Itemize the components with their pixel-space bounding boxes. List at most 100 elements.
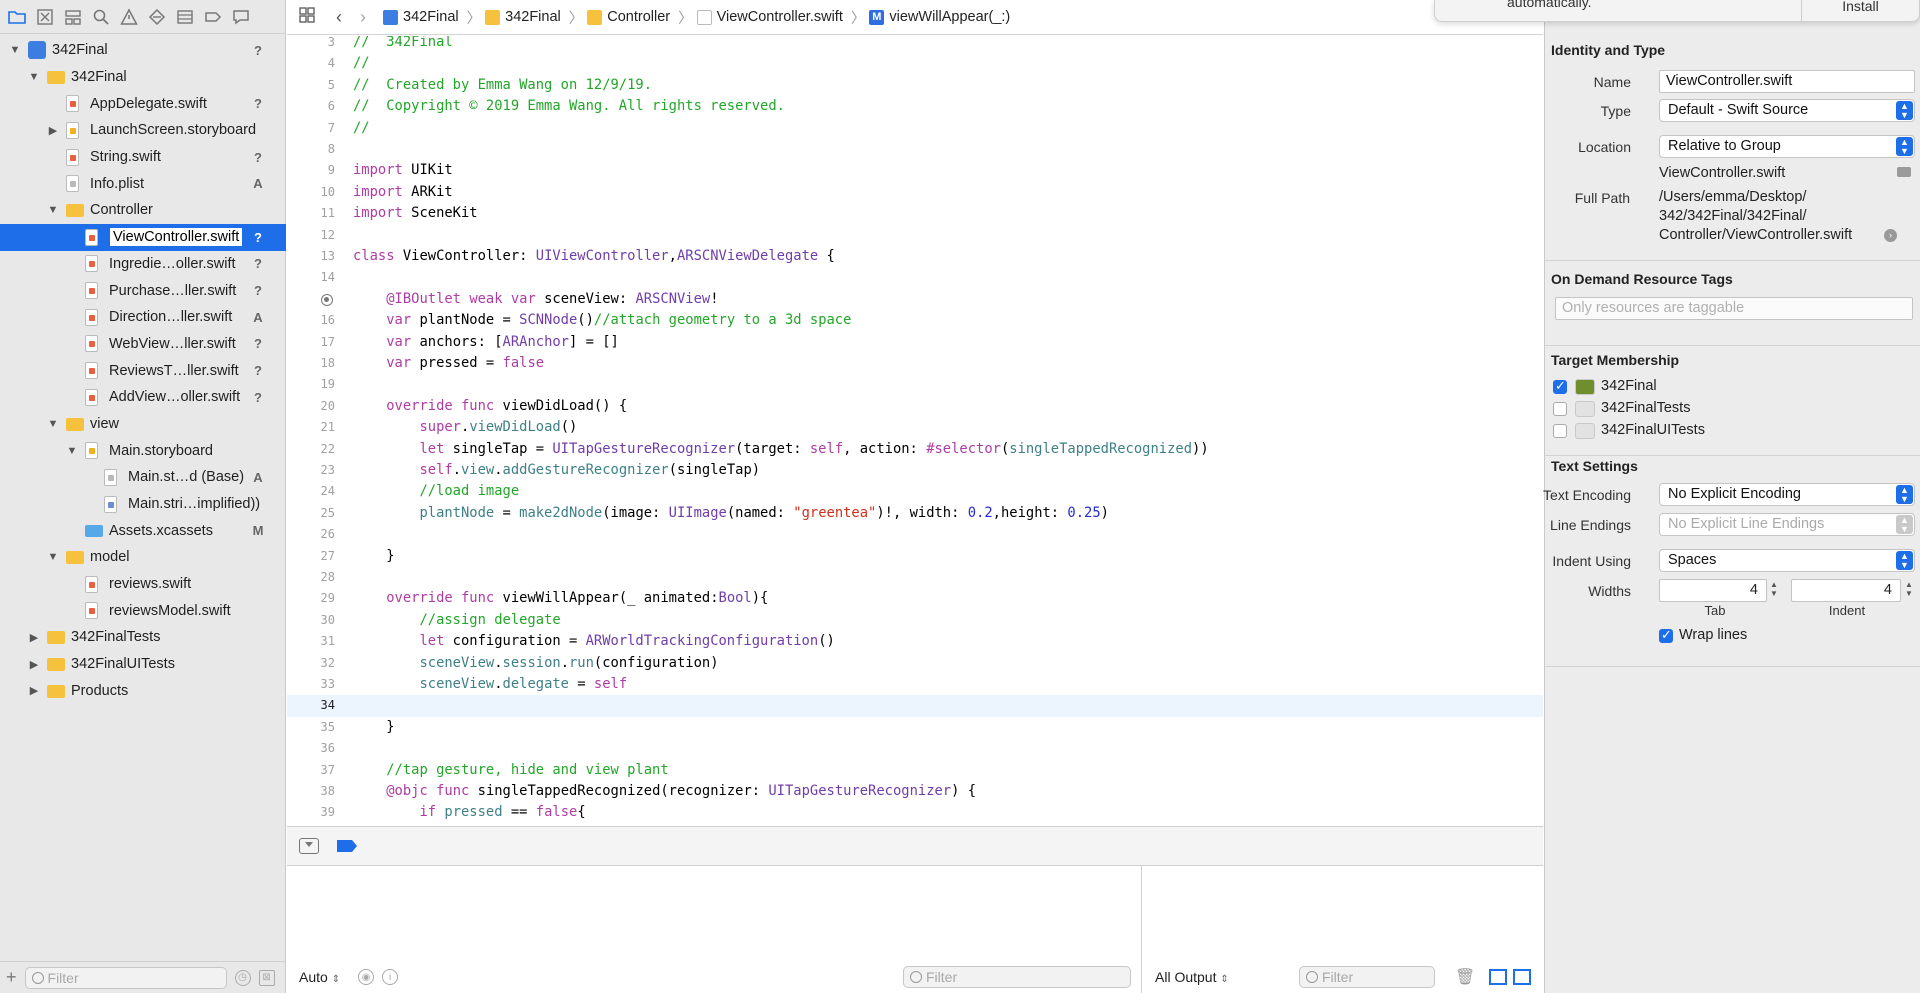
- tree-item[interactable]: ▼ model: [0, 544, 286, 571]
- tree-item[interactable]: ▼ view: [0, 411, 286, 438]
- tree-item[interactable]: ▼ 342Final?: [0, 37, 286, 64]
- code-line[interactable]: 18 var pressed = false: [287, 353, 1543, 374]
- code-line[interactable]: 17 var anchors: [ARAnchor] = []: [287, 332, 1543, 353]
- disclosure-expanded-icon[interactable]: ▼: [46, 203, 60, 217]
- code-line[interactable]: 33 sceneView.delegate = self: [287, 674, 1543, 695]
- disclosure-expanded-icon[interactable]: ▼: [8, 43, 22, 57]
- indent-width-field[interactable]: 4: [1791, 579, 1901, 602]
- code-line[interactable]: 5 // Created by Emma Wang on 12/9/19.: [287, 75, 1543, 96]
- source-control-icon[interactable]: [34, 6, 56, 28]
- code-line[interactable]: 39 if pressed == false{: [287, 802, 1543, 823]
- related-items-icon[interactable]: [295, 6, 319, 28]
- issue-icon[interactable]: [118, 6, 140, 28]
- code-line[interactable]: 11 import SceneKit: [287, 203, 1543, 224]
- code-line[interactable]: 31 let configuration = ARWorldTrackingCo…: [287, 631, 1543, 652]
- console-pane-toggle-icon[interactable]: [1513, 969, 1531, 985]
- code-line[interactable]: 8: [287, 139, 1543, 160]
- trash-icon[interactable]: 🗑: [1455, 967, 1475, 987]
- forward-arrow-icon[interactable]: ›: [351, 7, 375, 28]
- tree-item[interactable]: ▶ LaunchScreen.storyboard: [0, 117, 286, 144]
- tree-item[interactable]: Main.stri…implified)): [0, 491, 286, 518]
- tree-item[interactable]: ▶ 342FinalUITests: [0, 651, 286, 678]
- disclosure-expanded-icon[interactable]: ▼: [46, 417, 60, 431]
- crumb-project[interactable]: 342Final: [383, 9, 459, 25]
- code-line[interactable]: 35 }: [287, 717, 1543, 738]
- indent-width-stepper-icon[interactable]: ▲ ▼: [1903, 580, 1915, 600]
- back-arrow-icon[interactable]: ‹: [327, 7, 351, 28]
- breakpoints-toggle-icon[interactable]: [337, 840, 357, 852]
- code-line[interactable]: 21 super.viewDidLoad(): [287, 417, 1543, 438]
- disclosure-collapsed-icon[interactable]: ▶: [27, 630, 41, 644]
- code-line[interactable]: 34: [287, 695, 1543, 717]
- tree-item[interactable]: ReviewsT…ller.swift?: [0, 357, 286, 384]
- tree-item[interactable]: Purchase…ller.swift?: [0, 277, 286, 304]
- folder-icon[interactable]: [6, 6, 28, 28]
- symbol-icon[interactable]: [62, 6, 84, 28]
- tree-item[interactable]: AddView…oller.swift?: [0, 384, 286, 411]
- source-editor[interactable]: 3 // 342Final 4 // 5 // Created by Emma Wang …: [287, 36, 1543, 826]
- location-select[interactable]: Relative to Group ▲ ▼: [1659, 135, 1915, 158]
- tree-item[interactable]: Assets.xcassets M: [0, 517, 286, 544]
- code-line[interactable]: 26: [287, 524, 1543, 545]
- recent-files-icon[interactable]: ◷: [234, 969, 251, 986]
- tab-width-stepper-icon[interactable]: ▲ ▼: [1768, 580, 1780, 600]
- tree-item[interactable]: ▼ Main.storyboard: [0, 437, 286, 464]
- target-checkbox[interactable]: [1553, 378, 1567, 394]
- variables-scope-select[interactable]: Auto ⇕: [299, 969, 340, 985]
- tree-item[interactable]: WebView…ller.swift?: [0, 331, 286, 358]
- disclosure-expanded-icon[interactable]: ▼: [65, 444, 79, 458]
- report-icon[interactable]: [230, 6, 252, 28]
- encoding-select[interactable]: No Explicit Encoding ▲ ▼: [1659, 483, 1915, 506]
- debug-icon[interactable]: [174, 6, 196, 28]
- code-line[interactable]: 32 sceneView.session.run(configuration): [287, 653, 1543, 674]
- code-line[interactable]: 10 import ARKit: [287, 182, 1543, 203]
- find-icon[interactable]: [90, 6, 112, 28]
- code-line[interactable]: 28: [287, 567, 1543, 588]
- eye-icon[interactable]: ◉: [358, 969, 375, 985]
- code-line[interactable]: 22 let singleTap = UITapGestureRecognize…: [287, 439, 1543, 460]
- code-line[interactable]: 37 //tap gesture, hide and view plant: [287, 760, 1543, 781]
- tree-item[interactable]: ▼ 342Final: [0, 64, 286, 91]
- hide-debug-area-icon[interactable]: [299, 838, 319, 854]
- console-output-select[interactable]: All Output ⇕: [1155, 969, 1229, 985]
- tree-item[interactable]: ▼ Controller: [0, 197, 286, 224]
- tree-item[interactable]: Main.st…d (Base) A: [0, 464, 286, 491]
- code-line[interactable]: 24 //load image: [287, 481, 1543, 502]
- code-line[interactable]: 25 plantNode = make2dNode(image: UIImage…: [287, 503, 1543, 524]
- disclosure-collapsed-icon[interactable]: ▶: [27, 657, 41, 671]
- code-line[interactable]: 27 }: [287, 546, 1543, 567]
- code-line[interactable]: 29 override func viewWillAppear(_ animat…: [287, 588, 1543, 609]
- tree-item[interactable]: ▶ 342FinalTests: [0, 624, 286, 651]
- breakpoint-icon[interactable]: [202, 6, 224, 28]
- folder-reveal-icon[interactable]: [1897, 167, 1911, 177]
- info-icon[interactable]: i: [382, 969, 399, 985]
- outlet-connection-icon[interactable]: [321, 293, 333, 306]
- tree-item[interactable]: reviews.swift: [0, 571, 286, 598]
- variables-pane-toggle-icon[interactable]: [1489, 969, 1507, 985]
- code-line[interactable]: 14: [287, 267, 1543, 288]
- wrap-lines-checkbox[interactable]: [1659, 627, 1673, 643]
- code-line[interactable]: 16 var plantNode = SCNNode()//attach geo…: [287, 310, 1543, 331]
- disclosure-collapsed-icon[interactable]: ▶: [27, 684, 41, 698]
- line-endings-select[interactable]: No Explicit Line Endings ▲ ▼: [1659, 513, 1915, 536]
- code-line[interactable]: 7 //: [287, 118, 1543, 139]
- type-select[interactable]: Default - Swift Source ▲ ▼: [1659, 99, 1915, 122]
- tree-item[interactable]: reviewsModel.swift: [0, 597, 286, 624]
- tree-item[interactable]: String.swift?: [0, 144, 286, 171]
- code-line[interactable]: 9 import UIKit: [287, 160, 1543, 181]
- navigator-filter-input[interactable]: Filter: [24, 966, 227, 989]
- console-filter-input[interactable]: Filter: [1299, 966, 1435, 988]
- odr-tags-field[interactable]: Only resources are taggable: [1555, 297, 1913, 320]
- code-line[interactable]: 36: [287, 738, 1543, 759]
- source-control-filter-icon[interactable]: ⊠: [258, 969, 275, 986]
- test-icon[interactable]: [146, 6, 168, 28]
- install-button[interactable]: Install: [1801, 0, 1919, 22]
- tree-item[interactable]: ▶ Products: [0, 678, 286, 705]
- code-line[interactable]: 19: [287, 374, 1543, 395]
- name-field[interactable]: ViewController.swift: [1659, 70, 1915, 93]
- disclosure-collapsed-icon[interactable]: ▶: [46, 123, 60, 137]
- code-line[interactable]: 3 // 342Final: [287, 36, 1543, 53]
- code-line[interactable]: 23 self.view.addGestureRecognizer(single…: [287, 460, 1543, 481]
- code-line[interactable]: 13 class ViewController: UIViewController…: [287, 246, 1543, 267]
- target-checkbox[interactable]: [1553, 402, 1567, 416]
